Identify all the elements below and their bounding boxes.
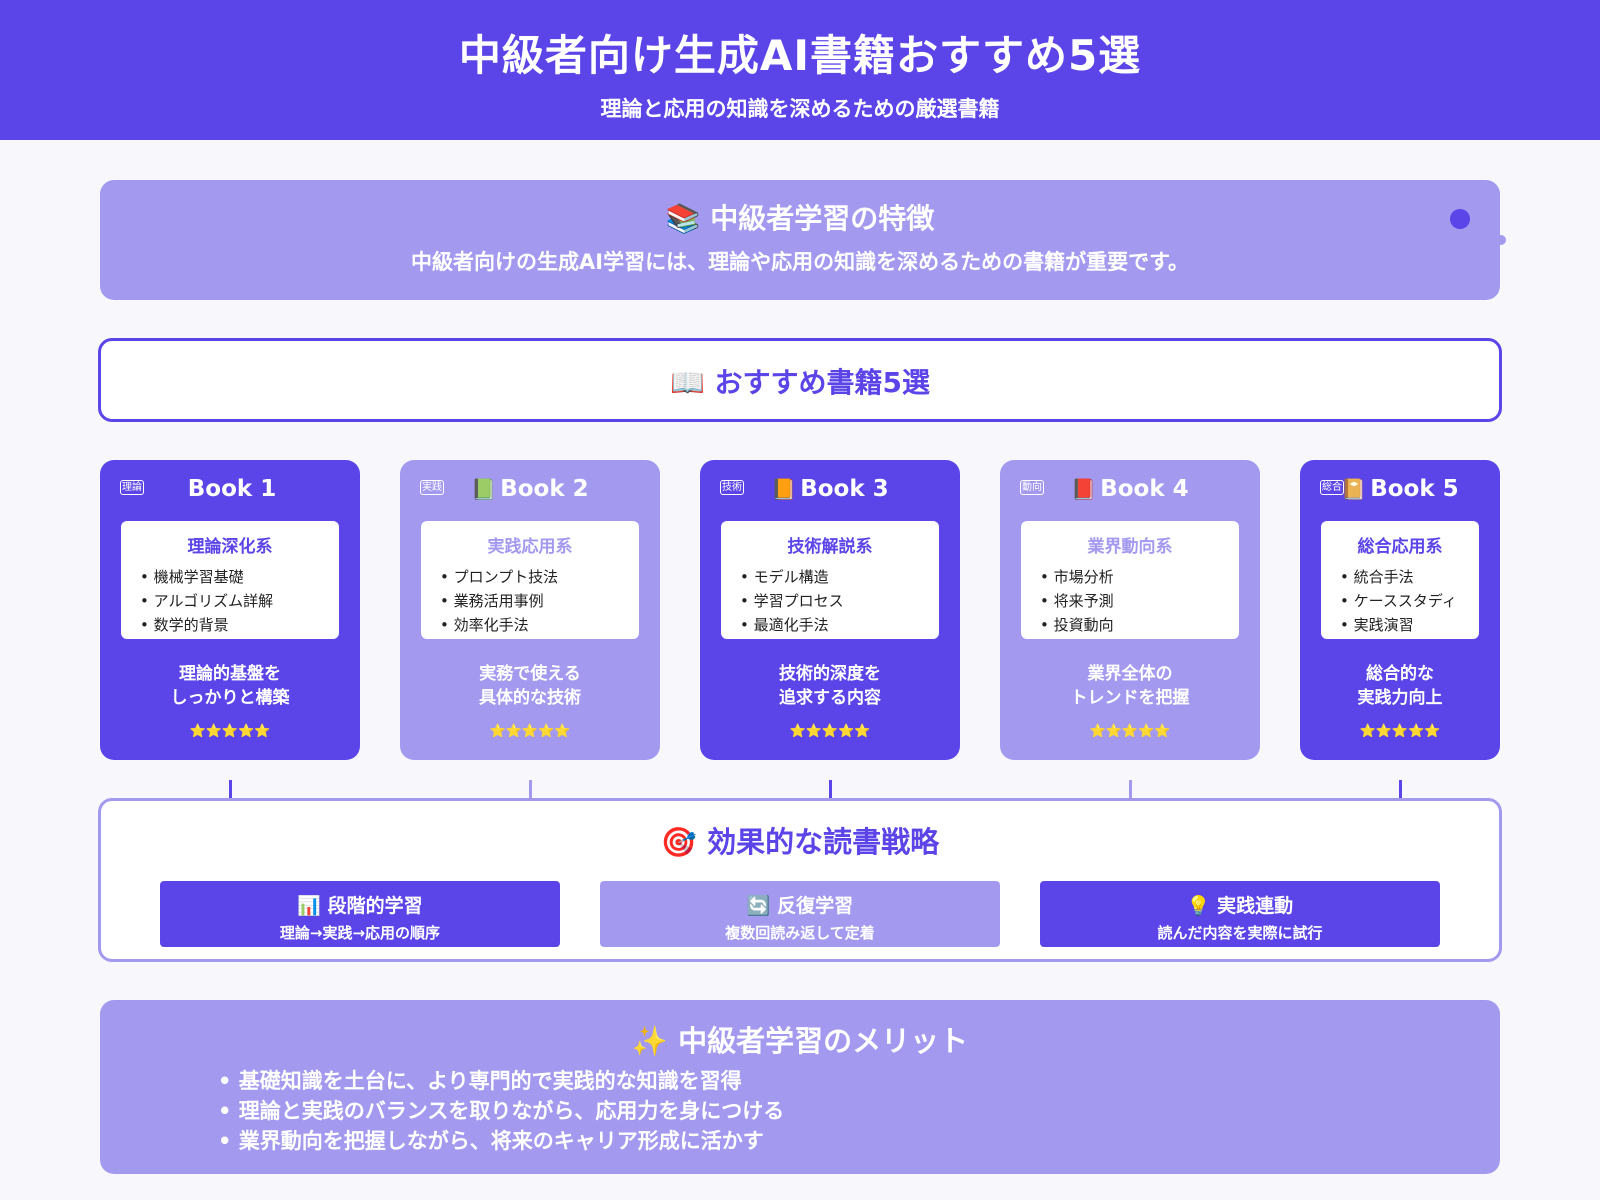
star-rating: ⭐⭐⭐⭐⭐ (1359, 724, 1441, 739)
notebook-icon: 📔 (1341, 477, 1367, 501)
book-details: 業界動向系 市場分析 将来予測 投資動向 (1021, 521, 1239, 639)
book-description: 技術的深度を 追求する内容 (779, 664, 881, 708)
list-item: 業務活用事例 (440, 589, 639, 613)
book-title: Book 2 (500, 476, 589, 502)
list-item: モデル構造 (740, 565, 939, 589)
list-item: 業界動向を把握しながら、将来のキャリア形成に活かす (218, 1126, 784, 1156)
features-text: 中級者向けの生成AI学習には、理論や応用の知識を深めるための書籍が重要です。 (411, 250, 1189, 274)
features-panel: 📚 中級者学習の特徴 中級者向けの生成AI学習には、理論や応用の知識を深めるため… (100, 180, 1500, 300)
strategy-step-learning[interactable]: 📊 段階的学習 理論→実践→応用の順序 (160, 881, 560, 947)
book-topics: プロンプト技法 業務活用事例 効率化手法 (440, 565, 639, 637)
decorative-dot-small (1496, 235, 1506, 245)
book-card-4[interactable]: 動向 📕Book 4 業界動向系 市場分析 将来予測 投資動向 業界全体の トレ… (1000, 460, 1260, 760)
features-title: 📚 中級者学習の特徴 (665, 202, 935, 235)
list-item: 投資動向 (1040, 613, 1239, 637)
list-item: プロンプト技法 (440, 565, 639, 589)
list-item: 機械学習基礎 (140, 565, 339, 589)
star-rating: ⭐⭐⭐⭐⭐ (789, 724, 871, 739)
book-topics: モデル構造 学習プロセス 最適化手法 (740, 565, 939, 637)
book-details: 技術解説系 モデル構造 学習プロセス 最適化手法 (721, 521, 939, 639)
book-topics: 機械学習基礎 アルゴリズム詳解 数学的背景 (140, 565, 339, 637)
list-item: 市場分析 (1040, 565, 1239, 589)
strategy-repetition[interactable]: 🔄 反復学習 複数回読み返して定着 (600, 881, 1000, 947)
book-title: Book 5 (1370, 476, 1459, 502)
connector-line (829, 780, 832, 800)
list-item: ケーススタディ (1340, 589, 1479, 613)
list-item: 将来予測 (1040, 589, 1239, 613)
merits-panel: ✨ 中級者学習のメリット 基礎知識を土台に、より専門的で実践的な知識を習得 理論… (100, 1000, 1500, 1174)
book-description: 業界全体の トレンドを把握 (1070, 664, 1190, 708)
strategy-item-text: 理論→実践→応用の順序 (279, 924, 441, 942)
strategy-item-title: 🔄 反復学習 (746, 895, 854, 917)
book-category: 業界動向系 (1087, 537, 1173, 557)
page-header: 中級者向け生成AI書籍おすすめ5選 理論と応用の知識を深めるための厳選書籍 (0, 0, 1600, 140)
book-card-2[interactable]: 実践 📗Book 2 実践応用系 プロンプト技法 業務活用事例 効率化手法 実務… (400, 460, 660, 760)
strategy-item-text: 複数回読み返して定着 (725, 924, 875, 942)
book-card-1[interactable]: 理論 Book 1 理論深化系 機械学習基礎 アルゴリズム詳解 数学的背景 理論… (100, 460, 360, 760)
star-rating: ⭐⭐⭐⭐⭐ (489, 724, 571, 739)
connector-line (1129, 780, 1132, 800)
book-category: 実践応用系 (487, 537, 573, 557)
strategy-practice[interactable]: 💡 実践連動 読んだ内容を実際に試行 (1040, 881, 1440, 947)
star-rating: ⭐⭐⭐⭐⭐ (1089, 724, 1171, 739)
recommend-title: 📖 おすすめ書籍5選 (669, 366, 931, 399)
book-title: Book 3 (800, 476, 889, 502)
green-book-icon: 📗 (471, 477, 497, 501)
list-item: 統合手法 (1340, 565, 1479, 589)
list-item: 実践演習 (1340, 613, 1479, 637)
book-description: 理論的基盤を しっかりと構築 (170, 664, 290, 708)
book-details: 総合応用系 統合手法 ケーススタディ 実践演習 (1321, 521, 1479, 639)
page-subtitle: 理論と応用の知識を深めるための厳選書籍 (600, 97, 1000, 121)
book-description: 実務で使える 具体的な技術 (479, 664, 581, 708)
connector-line (229, 780, 232, 800)
strategy-item-text: 読んだ内容を実際に試行 (1157, 924, 1323, 942)
book-title: Book 4 (1100, 476, 1189, 502)
merits-title: ✨ 中級者学習のメリット (631, 1024, 969, 1058)
book-details: 実践応用系 プロンプト技法 業務活用事例 効率化手法 (421, 521, 639, 639)
book-description: 総合的な 実践力向上 (1357, 664, 1443, 708)
recommend-header: 📖 おすすめ書籍5選 (98, 338, 1502, 422)
strategy-item-title: 💡 実践連動 (1186, 895, 1294, 917)
decorative-dot (1450, 209, 1470, 229)
book-card-5[interactable]: 総合 📔Book 5 総合応用系 統合手法 ケーススタディ 実践演習 総合的な … (1300, 460, 1500, 760)
red-book-icon: 📕 (1071, 477, 1097, 501)
strategy-title: 🎯 効果的な読書戦略 (660, 825, 940, 859)
list-item: 学習プロセス (740, 589, 939, 613)
book-category: 理論深化系 (187, 537, 273, 557)
book-details: 理論深化系 機械学習基礎 アルゴリズム詳解 数学的背景 (121, 521, 339, 639)
list-item: 基礎知識を土台に、より専門的で実践的な知識を習得 (218, 1066, 784, 1096)
connector-line (1399, 780, 1402, 800)
book-topics: 市場分析 将来予測 投資動向 (1040, 565, 1239, 637)
list-item: 効率化手法 (440, 613, 639, 637)
list-item: アルゴリズム詳解 (140, 589, 339, 613)
star-rating: ⭐⭐⭐⭐⭐ (189, 724, 271, 739)
strategy-item-title: 📊 段階的学習 (297, 895, 423, 917)
list-item: 最適化手法 (740, 613, 939, 637)
book-topics: 統合手法 ケーススタディ 実践演習 (1340, 565, 1479, 637)
connector-line (529, 780, 532, 800)
page-title: 中級者向け生成AI書籍おすすめ5選 (458, 31, 1142, 80)
book-category: 総合応用系 (1357, 537, 1443, 557)
list-item: 理論と実践のバランスを取りながら、応用力を身につける (218, 1096, 785, 1126)
strategy-panel: 🎯 効果的な読書戦略 📊 段階的学習 理論→実践→応用の順序 🔄 反復学習 複数… (98, 798, 1502, 962)
list-item: 数学的背景 (140, 613, 339, 637)
orange-book-icon: 📙 (771, 477, 797, 501)
merits-list: 基礎知識を土台に、より専門的で実践的な知識を習得 理論と実践のバランスを取りなが… (218, 1066, 785, 1156)
book-title: Book 1 (187, 476, 277, 502)
book-category: 技術解説系 (787, 537, 873, 557)
book-card-3[interactable]: 技術 📙Book 3 技術解説系 モデル構造 学習プロセス 最適化手法 技術的深… (700, 460, 960, 760)
